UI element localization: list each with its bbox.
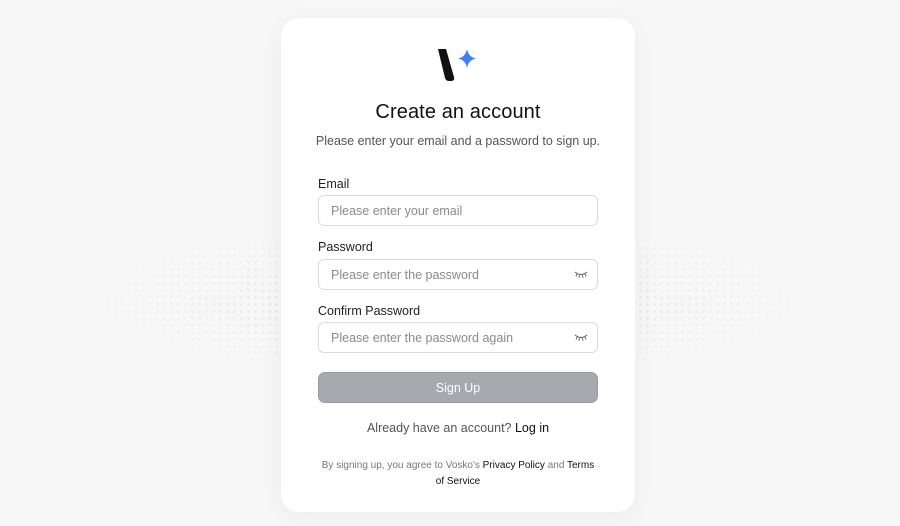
- eye-closed-icon[interactable]: [574, 332, 588, 342]
- signup-card: Create an account Please enter your emai…: [281, 18, 635, 512]
- password-label: Password: [318, 240, 373, 254]
- email-field-container: [318, 195, 598, 226]
- privacy-policy-link[interactable]: Privacy Policy: [483, 460, 545, 471]
- eye-closed-icon[interactable]: [574, 269, 588, 279]
- page-title: Create an account: [375, 101, 541, 123]
- login-prompt: Already have an account? Log in: [281, 421, 635, 435]
- confirm-password-field[interactable]: [331, 323, 571, 352]
- confirm-password-label: Confirm Password: [318, 304, 421, 318]
- terms-notice: By signing up, you agree to Vosko's Priv…: [318, 458, 598, 489]
- email-label: Email: [318, 177, 350, 191]
- password-field-container: [318, 259, 598, 290]
- brand-logo-icon: [438, 49, 476, 81]
- password-field[interactable]: [331, 260, 571, 289]
- terms-prefix: By signing up, you agree to Vosko's: [321, 460, 483, 471]
- sign-up-button[interactable]: Sign Up: [318, 372, 598, 403]
- terms-conjunction: and: [544, 460, 567, 471]
- login-link[interactable]: Log in: [515, 421, 549, 435]
- page-subtitle: Please enter your email and a password t…: [315, 134, 601, 148]
- confirm-password-field-container: [318, 322, 598, 353]
- email-field[interactable]: [331, 196, 571, 225]
- login-prompt-text: Already have an account?: [366, 421, 515, 435]
